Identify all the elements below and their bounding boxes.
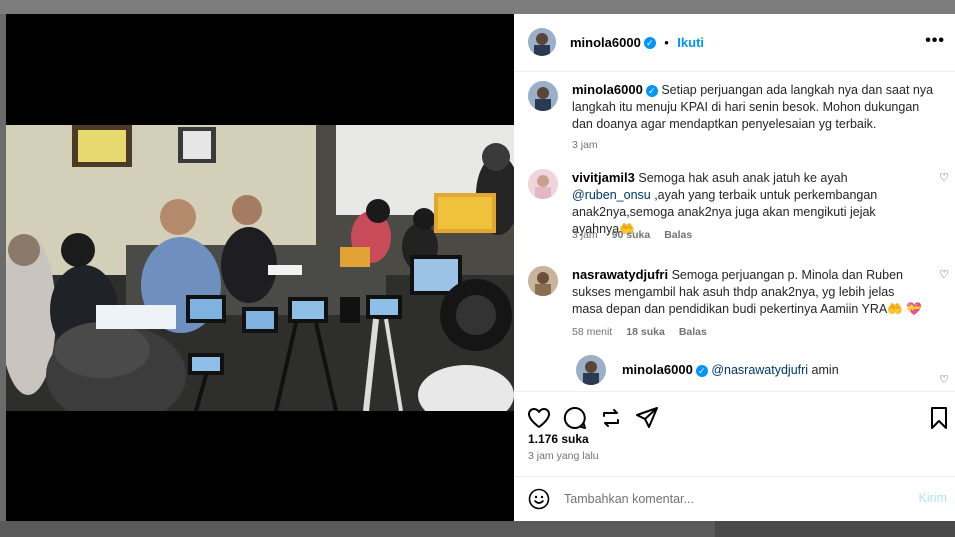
caption-time: 3 jam <box>572 139 598 151</box>
reply-button[interactable]: Balas <box>664 229 692 241</box>
backdrop-top <box>0 0 955 14</box>
verified-icon: ✓ <box>645 84 658 97</box>
heart-icon[interactable] <box>526 405 552 431</box>
reply-avatar[interactable] <box>576 355 606 385</box>
comment-body: Semoga hak asuh anak jatuh ke ayah <box>638 171 848 185</box>
commenter-username[interactable]: nasrawatydjufri <box>572 267 668 282</box>
reply-username[interactable]: minola6000 <box>622 362 693 377</box>
reply-text: minola6000 ✓ @nasrawatydjufri amin <box>622 361 922 379</box>
comment-text: nasrawatydjufri Semoga perjuangan p. Min… <box>572 266 924 318</box>
post-comment-button[interactable]: Kirim <box>919 491 947 505</box>
post-header: minola6000 ✓ • Ikuti ••• <box>514 14 955 72</box>
backdrop-bottom-right <box>715 521 955 537</box>
comment-time: 58 menit <box>572 326 613 338</box>
caption-text: minola6000 ✓ Setiap perjuangan ada langka… <box>572 81 942 133</box>
reply-body: amin <box>808 363 839 377</box>
post-side-pane: minola6000 ✓ • Ikuti ••• minola6000 ✓ Seti… <box>514 14 955 521</box>
verified-icon: ✓ <box>695 364 708 377</box>
share-icon[interactable] <box>598 405 624 431</box>
verified-icon: ✓ <box>643 36 656 49</box>
emoji-icon[interactable] <box>528 488 550 510</box>
send-icon[interactable] <box>634 405 660 431</box>
like-count[interactable]: 1.176 suka <box>528 432 589 446</box>
dot-separator: • <box>664 35 669 50</box>
author-username[interactable]: minola6000 <box>570 35 641 50</box>
commenter-avatar[interactable] <box>528 169 558 199</box>
comments-list[interactable]: minola6000 ✓ Setiap perjuangan ada langka… <box>514 73 955 391</box>
bookmark-icon[interactable] <box>926 405 952 431</box>
more-icon[interactable]: ••• <box>925 32 945 50</box>
comment-input[interactable] <box>564 487 884 511</box>
action-bar <box>514 391 955 457</box>
post-media-pane[interactable] <box>6 14 514 521</box>
author-avatar[interactable] <box>528 28 556 56</box>
add-comment-bar: Kirim <box>514 476 955 521</box>
comment-meta: 58 menit 18 suka Balas <box>572 326 707 338</box>
header-author-line: minola6000 ✓ • Ikuti <box>570 34 704 52</box>
caption-username[interactable]: minola6000 <box>572 82 643 97</box>
post-timestamp: 3 jam yang lalu <box>528 450 599 462</box>
press-conference-photo <box>6 125 514 411</box>
comment-like-icon[interactable]: ♡ <box>939 373 949 386</box>
comment-meta: 3 jam 90 suka Balas <box>572 229 692 241</box>
comment-likes[interactable]: 90 suka <box>612 229 651 241</box>
mention-link[interactable]: @nasrawatydjufri <box>711 363 808 377</box>
comment-like-icon[interactable]: ♡ <box>939 268 949 281</box>
comment-time: 3 jam <box>572 229 598 241</box>
comment-like-icon[interactable]: ♡ <box>939 171 949 184</box>
follow-button[interactable]: Ikuti <box>677 35 704 50</box>
comment-text: vivitjamil3 Semoga hak asuh anak jatuh k… <box>572 169 924 238</box>
caption-avatar[interactable] <box>528 81 558 111</box>
commenter-avatar[interactable] <box>528 266 558 296</box>
comment-likes[interactable]: 18 suka <box>626 326 665 338</box>
mention-link[interactable]: @ruben_onsu <box>572 188 651 202</box>
comment-icon[interactable] <box>562 405 588 431</box>
commenter-username[interactable]: vivitjamil3 <box>572 170 635 185</box>
reply-button[interactable]: Balas <box>679 326 707 338</box>
